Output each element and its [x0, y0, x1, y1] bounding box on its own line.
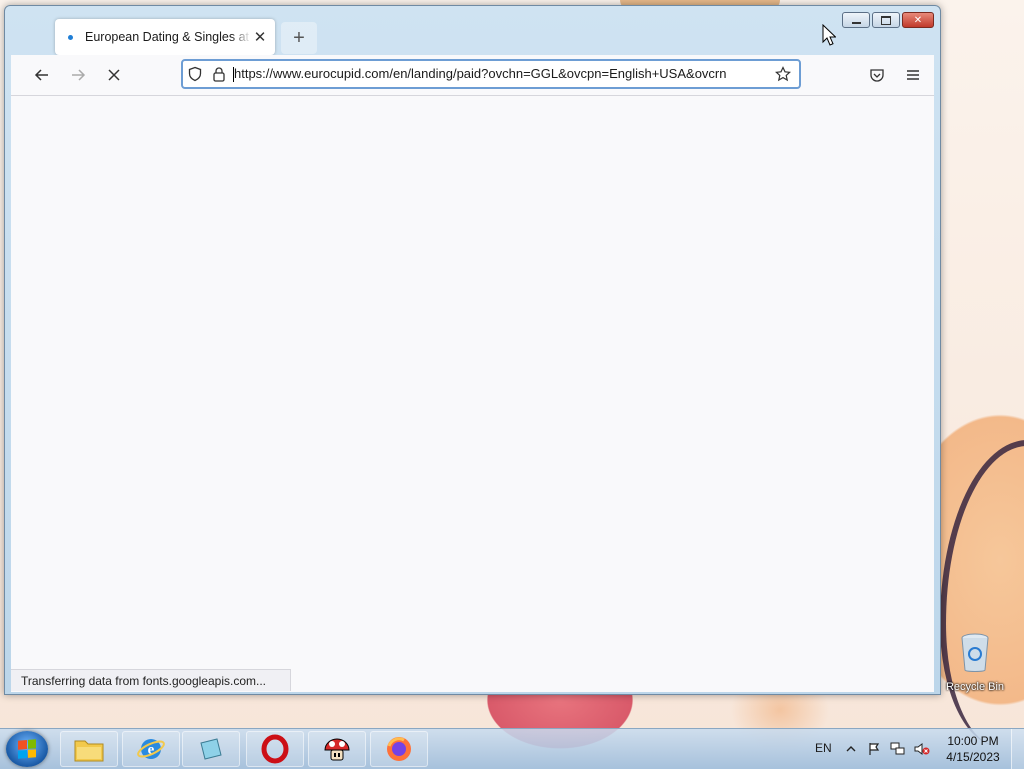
pocket-button[interactable] [863, 61, 891, 89]
url-value: https://www.eurocupid.com/en/landing/pai… [234, 65, 727, 81]
status-bar: Transferring data from fonts.googleapis.… [11, 669, 291, 691]
forward-arrow-icon [72, 69, 86, 81]
mouse-cursor-icon [822, 24, 836, 46]
stop-icon [108, 69, 120, 81]
minimize-button[interactable] [842, 12, 870, 28]
system-clock[interactable]: 10:00 PM 4/15/2023 [940, 733, 1006, 765]
tab-eurocupid[interactable]: European Dating & Singles at EuroCupid ✕ [55, 19, 275, 55]
bookmark-star-icon[interactable] [771, 66, 795, 82]
show-hidden-icons-button[interactable] [843, 741, 859, 757]
taskbar: e EN 10:00 PM 4/15/2023 [0, 728, 1024, 769]
tab-title: European Dating & Singles at EuroCupid [85, 30, 251, 44]
firefox-icon [387, 737, 411, 761]
close-window-button[interactable]: ✕ [902, 12, 934, 28]
taskbar-firefox[interactable] [370, 731, 428, 767]
input-language[interactable]: EN [815, 741, 832, 755]
recycle-bin-label: Recycle Bin [945, 681, 1005, 693]
show-desktop-button[interactable] [1011, 729, 1024, 769]
back-button[interactable] [27, 61, 57, 89]
mushroom-icon [324, 738, 350, 761]
volume-muted-icon[interactable] [914, 741, 930, 757]
url-text: https://www.eurocupid.com/en/landing/pai… [231, 65, 771, 83]
network-icon[interactable] [890, 741, 906, 757]
address-bar[interactable]: https://www.eurocupid.com/en/landing/pai… [181, 59, 801, 89]
action-center-flag-icon[interactable] [866, 741, 882, 757]
taskbar-notepad[interactable] [182, 731, 240, 767]
taskbar-mushroom-app[interactable] [308, 731, 366, 767]
page-content-area [11, 96, 934, 692]
tracking-protection-icon[interactable] [183, 66, 207, 82]
maximize-icon [881, 15, 891, 25]
back-arrow-icon [34, 69, 48, 81]
chevron-up-icon [846, 746, 856, 752]
hamburger-menu-icon [907, 70, 919, 80]
close-icon: ✕ [913, 14, 923, 26]
folder-icon [74, 740, 104, 762]
start-button[interactable] [6, 731, 48, 767]
taskbar-opera[interactable] [246, 731, 304, 767]
internet-explorer-icon: e [137, 739, 165, 759]
recycle-bin[interactable]: Recycle Bin [944, 632, 1006, 693]
tab-close-button[interactable]: ✕ [253, 28, 267, 46]
lock-icon[interactable] [207, 66, 231, 82]
clock-time: 10:00 PM [947, 734, 999, 748]
app-menu-button[interactable] [899, 61, 927, 89]
maximize-button[interactable] [872, 12, 900, 28]
minimize-icon [851, 22, 861, 24]
window-controls: ✕ [842, 12, 934, 28]
pocket-icon [870, 69, 884, 82]
stop-loading-button[interactable] [99, 61, 129, 89]
recycle-bin-icon [961, 633, 989, 672]
taskbar-internet-explorer[interactable]: e [122, 731, 180, 767]
taskbar-file-explorer[interactable] [60, 731, 118, 767]
forward-button[interactable] [63, 61, 93, 89]
windows-logo-icon [18, 739, 36, 759]
new-tab-button[interactable]: + [281, 22, 317, 54]
navigation-toolbar: https://www.eurocupid.com/en/landing/pai… [11, 55, 934, 96]
loading-indicator-icon [68, 34, 73, 40]
clock-date: 4/15/2023 [946, 750, 1000, 764]
opera-icon [261, 734, 289, 764]
browser-window: ✕ European Dating & Singles at EuroCupid… [4, 5, 941, 695]
notepad-icon [200, 738, 222, 760]
tab-strip: European Dating & Singles at EuroCupid ✕… [11, 14, 791, 55]
